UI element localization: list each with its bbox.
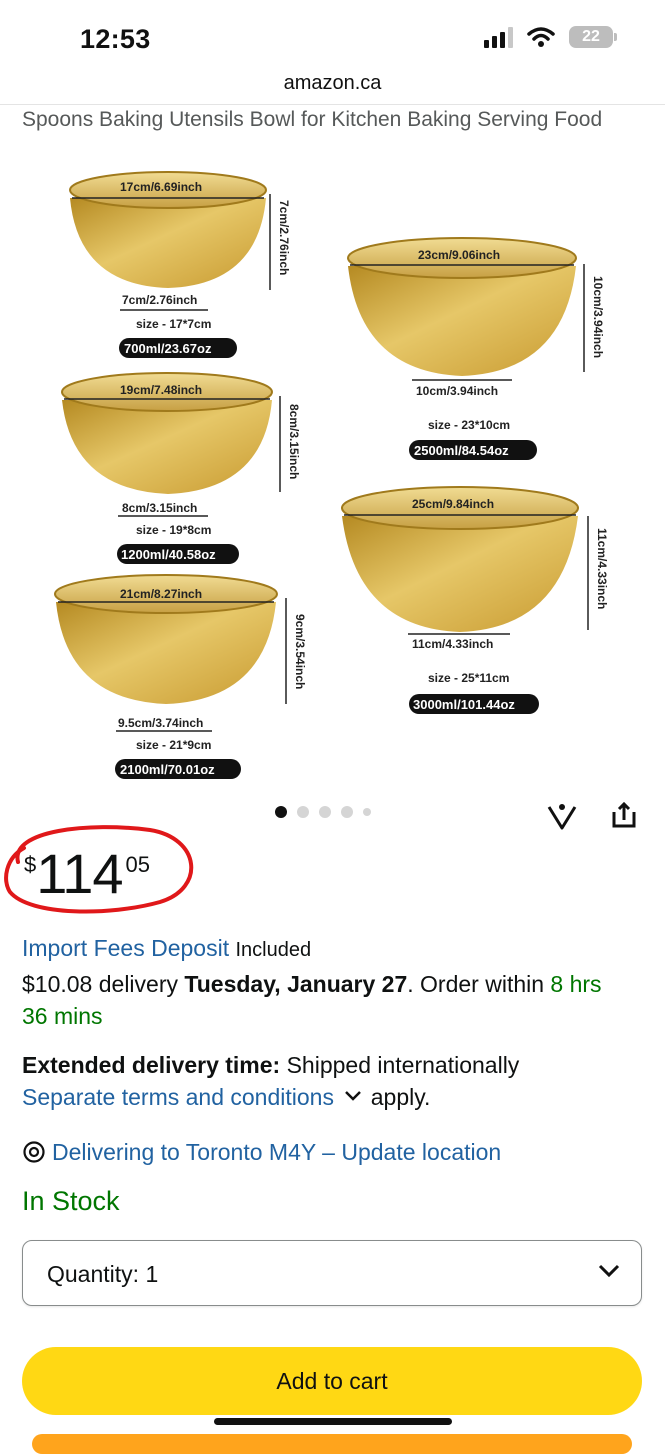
bowl-depth-label: 10cm/3.94inch <box>416 384 498 398</box>
import-fees-link[interactable]: Import Fees Deposit <box>22 935 229 961</box>
carousel-dot[interactable] <box>275 806 287 818</box>
bowl-diameter-label: 19cm/7.48inch <box>120 383 202 397</box>
order-within-text: . Order within <box>407 971 545 997</box>
buy-now-button[interactable] <box>32 1434 632 1454</box>
price-whole: 114 <box>36 842 123 905</box>
carousel-dot[interactable] <box>297 806 309 818</box>
quantity-label-text: Quantity: <box>47 1261 140 1287</box>
delivery-price: $10.08 delivery <box>22 971 178 997</box>
terms-suffix: apply. <box>370 1084 431 1110</box>
image-carousel-dots[interactable] <box>275 806 371 818</box>
bowl-size-label: size - 21*9cm <box>136 738 211 752</box>
bowl-height-label: 10cm/3.94inch <box>591 276 605 358</box>
bowl-height-label: 11cm/4.33inch <box>595 528 609 609</box>
bowl-diameter-label: 23cm/9.06inch <box>418 248 500 262</box>
location-pin-icon <box>23 1141 45 1163</box>
chevron-down-icon <box>598 1264 620 1278</box>
bowl-height-label: 9cm/3.54inch <box>293 614 307 689</box>
bowl-capacity-label: 2100ml/70.01oz <box>120 762 215 777</box>
bowl-depth-label: 11cm/4.33inch <box>412 637 493 651</box>
chevron-down-icon[interactable] <box>344 1090 362 1102</box>
location-link[interactable]: Delivering to Toronto M4Y – Update locat… <box>52 1139 501 1165</box>
bowl-depth-label: 8cm/3.15inch <box>122 501 197 515</box>
bowl-diameter-label: 17cm/6.69inch <box>120 180 202 194</box>
bowl-size-label: size - 19*8cm <box>136 523 211 537</box>
bowl-height-label: 7cm/2.76inch <box>277 200 291 275</box>
bowl-depth-label: 7cm/2.76inch <box>122 293 197 307</box>
carousel-dot[interactable] <box>319 806 331 818</box>
quantity-select[interactable]: Quantity: 1 <box>22 1240 642 1306</box>
bowl-height-label: 8cm/3.15inch <box>287 404 301 479</box>
bowl-capacity-label: 1200ml/40.58oz <box>121 547 216 562</box>
extended-value: Shipped internationally <box>286 1052 520 1078</box>
stock-status: In Stock <box>22 1186 120 1216</box>
bowl-capacity-label: 700ml/23.67oz <box>124 341 212 356</box>
battery-icon: 22 <box>569 26 617 48</box>
bowl-depth-label: 9.5cm/3.74inch <box>118 716 203 730</box>
quantity-value: 1 <box>145 1261 159 1287</box>
product-image[interactable]: 17cm/6.69inch 7cm/2.76inch 7cm/2.76inch … <box>0 150 665 800</box>
bowl-size-label: size - 25*11cm <box>428 671 509 685</box>
browser-url[interactable]: amazon.ca <box>0 72 665 95</box>
quantity-label: Quantity: 1 <box>47 1261 158 1288</box>
status-time: 12:53 <box>80 24 151 54</box>
extended-delivery: Extended delivery time: Shipped internat… <box>22 1049 632 1113</box>
delivery-date: Tuesday, January 27 <box>184 971 408 997</box>
bowls-illustration: 17cm/6.69inch 7cm/2.76inch 7cm/2.76inch … <box>54 171 609 779</box>
wifi-icon <box>527 27 555 47</box>
delivery-info: $10.08 delivery Tuesday, January 27. Ord… <box>22 968 632 1032</box>
bowl-size-label: size - 23*10cm <box>428 418 510 432</box>
price-fraction: 05 <box>125 852 151 877</box>
share-icon[interactable] <box>608 800 640 832</box>
status-icons: 22 <box>484 26 617 48</box>
bowl-diameter-label: 21cm/8.27inch <box>120 587 202 601</box>
bowl-capacity-label: 3000ml/101.44oz <box>413 697 515 712</box>
import-fees: Import Fees Deposit Included <box>22 932 632 966</box>
delivery-location[interactable]: Delivering to Toronto M4Y – Update locat… <box>22 1136 632 1168</box>
carousel-dot[interactable] <box>341 806 353 818</box>
price-symbol: $ <box>24 852 37 877</box>
bowl-capacity-label: 2500ml/84.54oz <box>414 443 509 458</box>
extended-label: Extended delivery time: <box>22 1052 281 1078</box>
import-fees-suffix: Included <box>235 939 312 961</box>
home-indicator[interactable] <box>214 1418 452 1425</box>
add-to-cart-button[interactable]: Add to cart <box>22 1347 642 1415</box>
divider <box>0 104 665 105</box>
product-title[interactable]: Spoons Baking Utensils Bowl for Kitchen … <box>22 108 602 132</box>
price: $ 114 05 <box>24 846 150 902</box>
save-heart-icon[interactable] <box>546 800 578 832</box>
terms-link[interactable]: Separate terms and conditions <box>22 1084 334 1110</box>
carousel-dot[interactable] <box>363 808 371 816</box>
bowl-diameter-label: 25cm/9.84inch <box>412 497 494 511</box>
bowl-size-label: size - 17*7cm <box>136 317 211 331</box>
cellular-signal-icon <box>484 26 513 48</box>
